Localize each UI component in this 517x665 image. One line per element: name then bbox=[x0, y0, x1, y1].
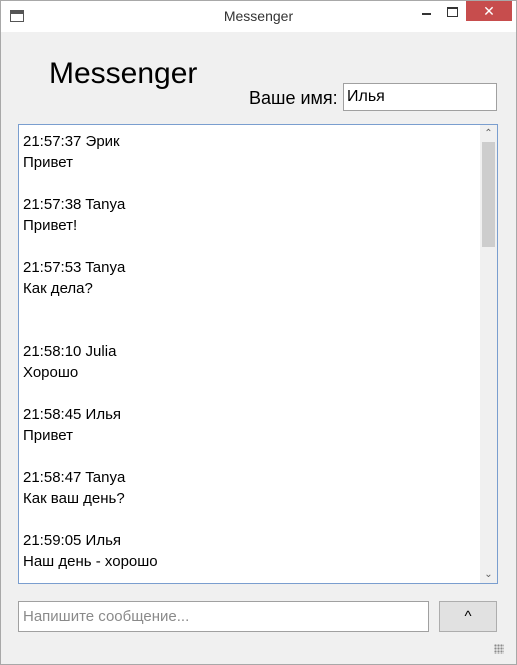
message-header: 21:57:38 Tanya bbox=[23, 196, 126, 213]
message-item: 21:57:53 Tanya Как дела? bbox=[23, 257, 478, 299]
message-item: 21:58:10 Julia Хорошо bbox=[23, 341, 478, 383]
message-list: 21:57:37 Эрик Привет 21:57:38 Tanya Прив… bbox=[23, 131, 478, 583]
resize-grip-icon[interactable] bbox=[494, 644, 504, 654]
chat-scrollbar[interactable]: ⌃ ⌄ bbox=[480, 125, 497, 583]
message-header: 21:59:05 Илья bbox=[23, 532, 122, 549]
message-text: Как ваш день? bbox=[23, 490, 125, 507]
message-text: Как дела? bbox=[23, 280, 93, 297]
send-button[interactable]: ^ bbox=[439, 601, 497, 632]
message-header: 21:57:37 Эрик bbox=[23, 133, 120, 150]
message-text: Наш день - хорошо bbox=[23, 553, 158, 570]
message-header: 21:58:45 Илья bbox=[23, 406, 122, 423]
message-item: 21:57:37 Эрик Привет bbox=[23, 131, 478, 173]
title-bar[interactable]: Messenger ✕ bbox=[1, 1, 516, 32]
message-item: 21:57:38 Tanya Привет! bbox=[23, 194, 478, 236]
message-item: 21:59:05 Илья Наш день - хорошо bbox=[23, 530, 478, 572]
app-title: Messenger bbox=[49, 57, 198, 90]
message-header: 21:57:53 Tanya bbox=[23, 259, 126, 276]
name-label: Ваше имя: bbox=[249, 88, 338, 108]
chat-history[interactable]: 21:57:37 Эрик Привет 21:57:38 Tanya Прив… bbox=[18, 124, 498, 584]
messenger-window: Messenger ✕ Messenger Ваше имя: 21:57:37… bbox=[0, 0, 517, 665]
scroll-up-icon[interactable]: ⌃ bbox=[480, 125, 497, 142]
minimize-icon[interactable] bbox=[413, 1, 439, 21]
message-header: 21:58:47 Tanya bbox=[23, 469, 126, 486]
message-text: Хорошо bbox=[23, 364, 79, 381]
message-text: Привет bbox=[23, 154, 74, 171]
message-input[interactable] bbox=[18, 601, 429, 632]
maximize-icon[interactable] bbox=[439, 1, 466, 21]
message-header: 21:58:10 Julia bbox=[23, 343, 117, 360]
message-text: Привет bbox=[23, 427, 74, 444]
name-input[interactable] bbox=[343, 83, 497, 111]
scroll-down-icon[interactable]: ⌄ bbox=[480, 566, 497, 583]
close-icon[interactable]: ✕ bbox=[466, 1, 512, 21]
scroll-thumb[interactable] bbox=[482, 142, 495, 247]
message-item: 21:58:45 Илья Привет bbox=[23, 404, 478, 446]
client-area: Messenger Ваше имя: 21:57:37 Эрик Привет… bbox=[9, 32, 508, 658]
message-text: Привет! bbox=[23, 217, 78, 234]
message-item: 21:58:47 Tanya Как ваш день? bbox=[23, 467, 478, 509]
